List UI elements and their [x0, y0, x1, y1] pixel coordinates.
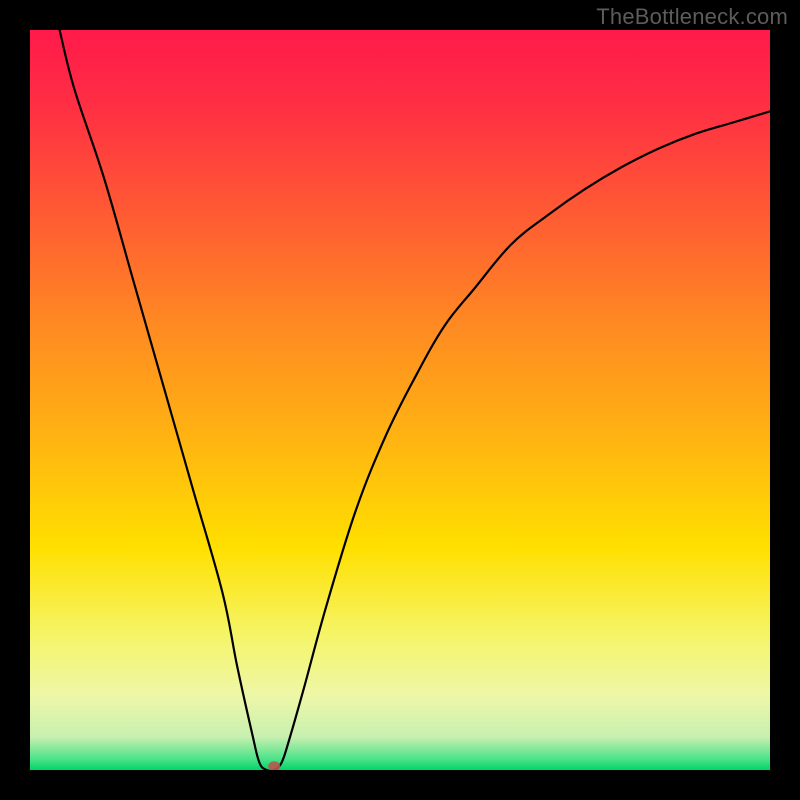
chart-frame: TheBottleneck.com	[0, 0, 800, 800]
gradient-background	[30, 30, 770, 770]
plot-area	[30, 30, 770, 770]
bottleneck-curve-chart	[30, 30, 770, 770]
watermark-label: TheBottleneck.com	[596, 4, 788, 30]
